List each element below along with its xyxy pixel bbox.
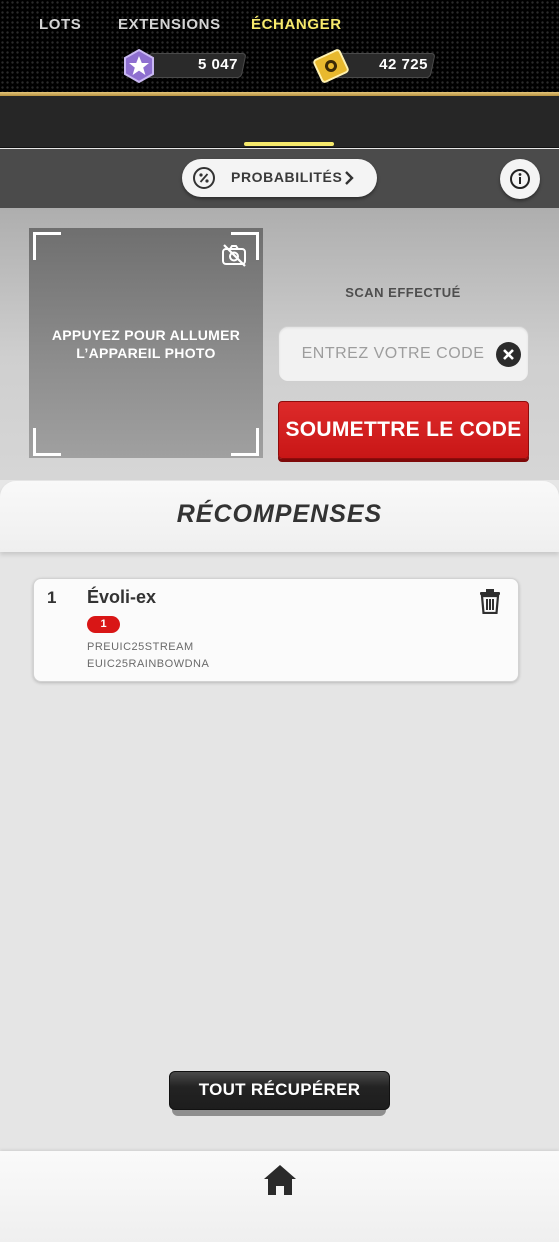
camera-prompt: APPUYEZ POUR ALLUMER L’APPAREIL PHOTO — [51, 327, 241, 361]
frame-corner-tl — [33, 232, 61, 260]
tab-echanger[interactable]: ÉCHANGER — [251, 0, 342, 52]
ticket-icon — [313, 49, 349, 83]
reward-index: 1 — [47, 588, 57, 607]
currency-value-stardust: 5 047 — [197, 56, 238, 73]
frame-corner-br — [231, 428, 259, 456]
info-icon — [510, 169, 530, 189]
tab-bar — [0, 96, 559, 148]
currency-value-tickets: 42 725 — [379, 56, 428, 73]
star-hexagon-icon — [124, 49, 154, 83]
reward-count-badge: 1 — [87, 616, 120, 633]
reward-code: PREUIC25STREAM — [87, 641, 194, 653]
tab-lots[interactable]: LOTS — [39, 0, 81, 52]
active-tab-indicator — [244, 142, 334, 146]
trash-icon[interactable] — [478, 588, 502, 614]
code-input[interactable] — [289, 327, 497, 381]
clear-code-button[interactable] — [496, 342, 521, 367]
submit-code-label: SOUMETTRE LE CODE — [285, 418, 522, 441]
home-icon[interactable] — [262, 1162, 298, 1198]
collect-all-label: TOUT RÉCUPÉRER — [198, 1080, 361, 1099]
code-field — [278, 326, 529, 382]
tab-extensions[interactable]: EXTENSIONS — [118, 0, 221, 52]
frame-corner-bl — [33, 428, 61, 456]
rewards-title: RÉCOMPENSES — [176, 500, 383, 528]
scan-status: SCAN EFFECTUÉ — [345, 285, 461, 300]
close-icon — [503, 349, 514, 360]
camera-off-icon[interactable] — [220, 242, 248, 268]
percent-icon — [193, 167, 215, 189]
chevron-right-icon — [345, 171, 354, 185]
probabilities-label: PROBABILITÉS — [231, 169, 343, 185]
reward-code: EUIC25RAINBOWDNA — [87, 658, 210, 670]
reward-name: Évoli-ex — [87, 587, 157, 607]
